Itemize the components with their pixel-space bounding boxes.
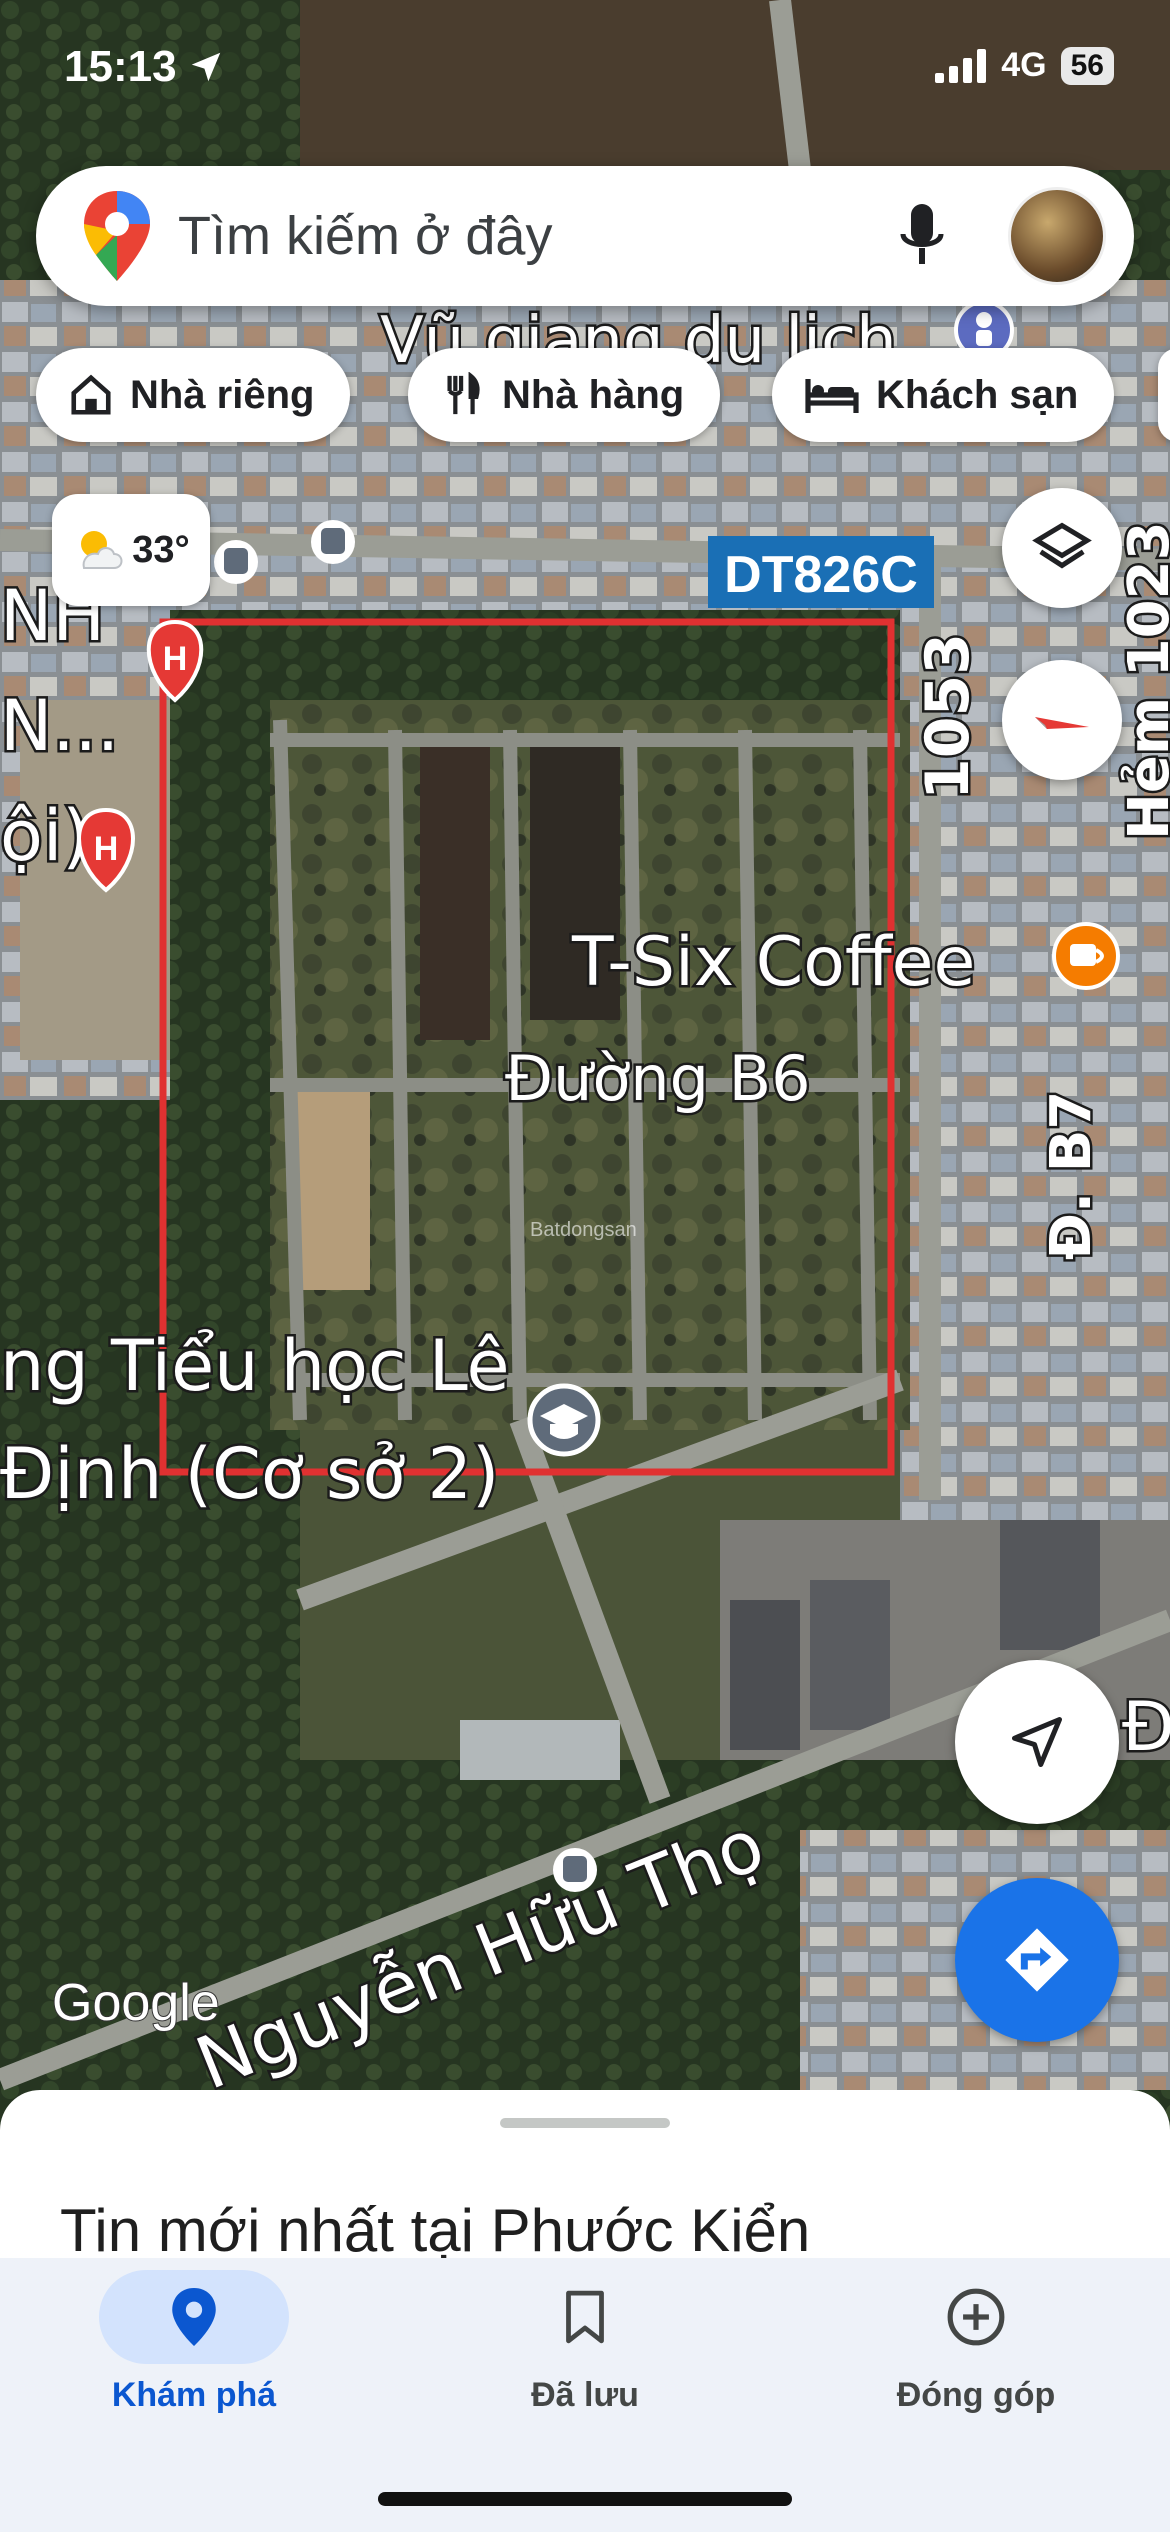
- map-watermark: Batdongsan: [530, 1219, 637, 1241]
- map-label-left-partial-2[interactable]: N...: [0, 683, 122, 770]
- nav-explore[interactable]: Khám phá: [44, 2270, 344, 2415]
- directions-icon: [1005, 1928, 1069, 1992]
- search-bar[interactable]: Tìm kiếm ở đây: [36, 166, 1134, 306]
- coffee-pin-icon[interactable]: [1052, 922, 1120, 990]
- nav-saved-label: Đã lưu: [531, 2376, 639, 2414]
- weather-widget[interactable]: 33°: [52, 494, 210, 606]
- my-location-button[interactable]: [955, 1660, 1119, 1824]
- location-pin-icon: [172, 2288, 216, 2346]
- network-type: 4G: [1001, 46, 1047, 84]
- compass-button[interactable]: [1002, 660, 1122, 780]
- school-pin-icon[interactable]: [527, 1383, 601, 1457]
- microphone-icon[interactable]: [900, 204, 944, 268]
- road-badge[interactable]: DT826C: [708, 536, 934, 608]
- map-label-coffee[interactable]: T-Six Coffee: [569, 921, 978, 1005]
- road-badge-label: DT826C: [724, 546, 918, 604]
- bus-stop-icon[interactable]: [214, 540, 258, 584]
- nav-saved[interactable]: Đã lưu: [435, 2270, 735, 2415]
- nav-contribute-pill[interactable]: [881, 2270, 1071, 2364]
- google-logo: Google: [52, 1974, 220, 2032]
- status-bar-time: 15:13: [64, 42, 225, 92]
- svg-text:H: H: [163, 640, 188, 678]
- home-indicator[interactable]: [378, 2492, 792, 2506]
- layers-button[interactable]: [1002, 488, 1122, 608]
- status-bar-indicators: 4G 56: [935, 46, 1114, 85]
- map-label-street-b6[interactable]: Đường B6: [503, 1040, 814, 1118]
- map-label-hem[interactable]: Hẻm 1023: [1115, 519, 1170, 843]
- clock-text: 15:13: [64, 42, 177, 91]
- search-input[interactable]: Tìm kiếm ở đây: [178, 205, 900, 267]
- bus-stop-icon[interactable]: [311, 520, 355, 564]
- restaurant-icon: [447, 372, 480, 415]
- signal-icon: [935, 48, 987, 83]
- nav-contribute[interactable]: Đóng góp: [826, 2270, 1126, 2415]
- navigation-arrow-icon: [1012, 1717, 1062, 1767]
- compass-icon: [1035, 717, 1089, 729]
- map-label-street-b7[interactable]: Đ. B7: [1037, 1088, 1107, 1262]
- avatar[interactable]: [1008, 187, 1106, 285]
- chip-home[interactable]: Nhà riêng: [36, 348, 351, 442]
- map-label-left-partial-3[interactable]: ội): [0, 793, 92, 880]
- nav-saved-pill[interactable]: [490, 2270, 680, 2364]
- partly-cloudy-icon: [81, 531, 123, 569]
- chip-hotels[interactable]: Khách sạn: [772, 348, 1115, 442]
- directions-button[interactable]: [955, 1878, 1119, 2042]
- nav-explore-label: Khám phá: [111, 2376, 277, 2414]
- svg-text:H: H: [94, 830, 119, 868]
- sheet-drag-handle[interactable]: [500, 2118, 670, 2128]
- maps-pin-icon: [84, 191, 150, 281]
- chip-more[interactable]: [1158, 348, 1170, 442]
- chip-restaurants[interactable]: Nhà hàng: [408, 348, 721, 442]
- nav-explore-pill[interactable]: [99, 2270, 289, 2364]
- weather-temperature: 33°: [132, 528, 190, 571]
- map-label-school-line1[interactable]: ng Tiểu học Lê: [0, 1323, 512, 1410]
- layers-icon: [1032, 522, 1092, 569]
- battery-indicator: 56: [1060, 46, 1114, 85]
- hotel-icon: [805, 379, 859, 413]
- location-arrow-icon: [191, 52, 220, 82]
- bookmark-icon: [566, 2290, 604, 2344]
- chip-hotels-label: Khách sạn: [876, 372, 1079, 417]
- sheet-title: Tin mới nhất tại Phước Kiển: [60, 2197, 811, 2264]
- nav-contribute-label: Đóng góp: [896, 2376, 1056, 2414]
- home-icon: [71, 374, 111, 415]
- map-label-school-line2[interactable]: Định (Cơ sở 2): [0, 1431, 502, 1518]
- chip-home-label: Nhà riêng: [130, 372, 315, 417]
- add-circle-icon: [947, 2288, 1005, 2346]
- bus-stop-icon[interactable]: [553, 1848, 597, 1892]
- chip-restaurants-label: Nhà hàng: [502, 372, 685, 417]
- map-label-right-edge[interactable]: Đ: [1120, 1686, 1170, 1770]
- map-label-road-1053[interactable]: 1053: [911, 631, 986, 803]
